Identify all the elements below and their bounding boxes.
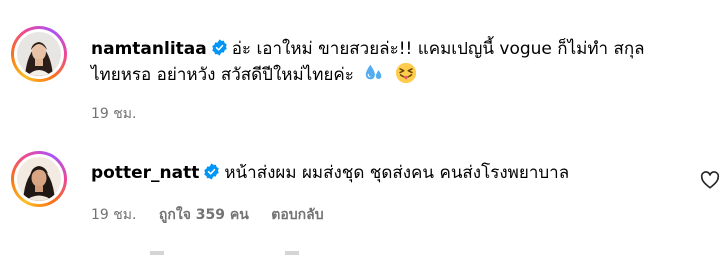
verified-badge-icon xyxy=(204,163,220,180)
partial-next-comment xyxy=(150,251,299,255)
username[interactable]: potter_natt xyxy=(91,163,199,183)
like-heart-icon[interactable] xyxy=(700,171,720,189)
comment-text-line-2: ไทยหรอ อย่าหวัง สวัสดีปีใหม่ไทยค่ะ xyxy=(91,62,417,89)
comment-meta: 19 ชม. xyxy=(91,103,154,125)
squinting-tongue-emoji xyxy=(395,62,416,84)
comment-text: หน้าส่งผม ผมส่งชุด ชุดส่งคน คนส่งโรงพยาบ… xyxy=(224,163,570,183)
avatar-ring[interactable] xyxy=(11,26,67,82)
comment-text-line-1: potter_natt หน้าส่งผม ผมส่งชุด ชุดส่งคน ค… xyxy=(91,160,569,187)
comment-text-continued: ไทยหรอ อย่าหวัง สวัสดีปีใหม่ไทยค่ะ xyxy=(91,65,354,85)
username[interactable]: namtanlitaa xyxy=(91,39,207,59)
comment-meta: 19 ชม. ถูกใจ 359 คน ตอบกลับ xyxy=(91,204,342,226)
timestamp: 19 ชม. xyxy=(91,207,137,223)
sweat-droplets-emoji xyxy=(366,64,382,80)
avatar-ring[interactable] xyxy=(11,151,67,207)
comment-text: อ่ะ เอาใหม่ ขายสวยล่ะ!! แคมเปญนี้ vogue … xyxy=(231,39,645,59)
reply-button[interactable]: ตอบกลับ xyxy=(271,207,323,223)
timestamp: 19 ชม. xyxy=(91,106,137,122)
avatar xyxy=(17,157,61,201)
likes-count[interactable]: ถูกใจ 359 คน xyxy=(159,207,249,223)
comment-text-line-1: namtanlitaa อ่ะ เอาใหม่ ขายสวยล่ะ!! แคมเป… xyxy=(91,36,645,63)
verified-badge-icon xyxy=(212,39,227,56)
avatar xyxy=(17,32,61,76)
